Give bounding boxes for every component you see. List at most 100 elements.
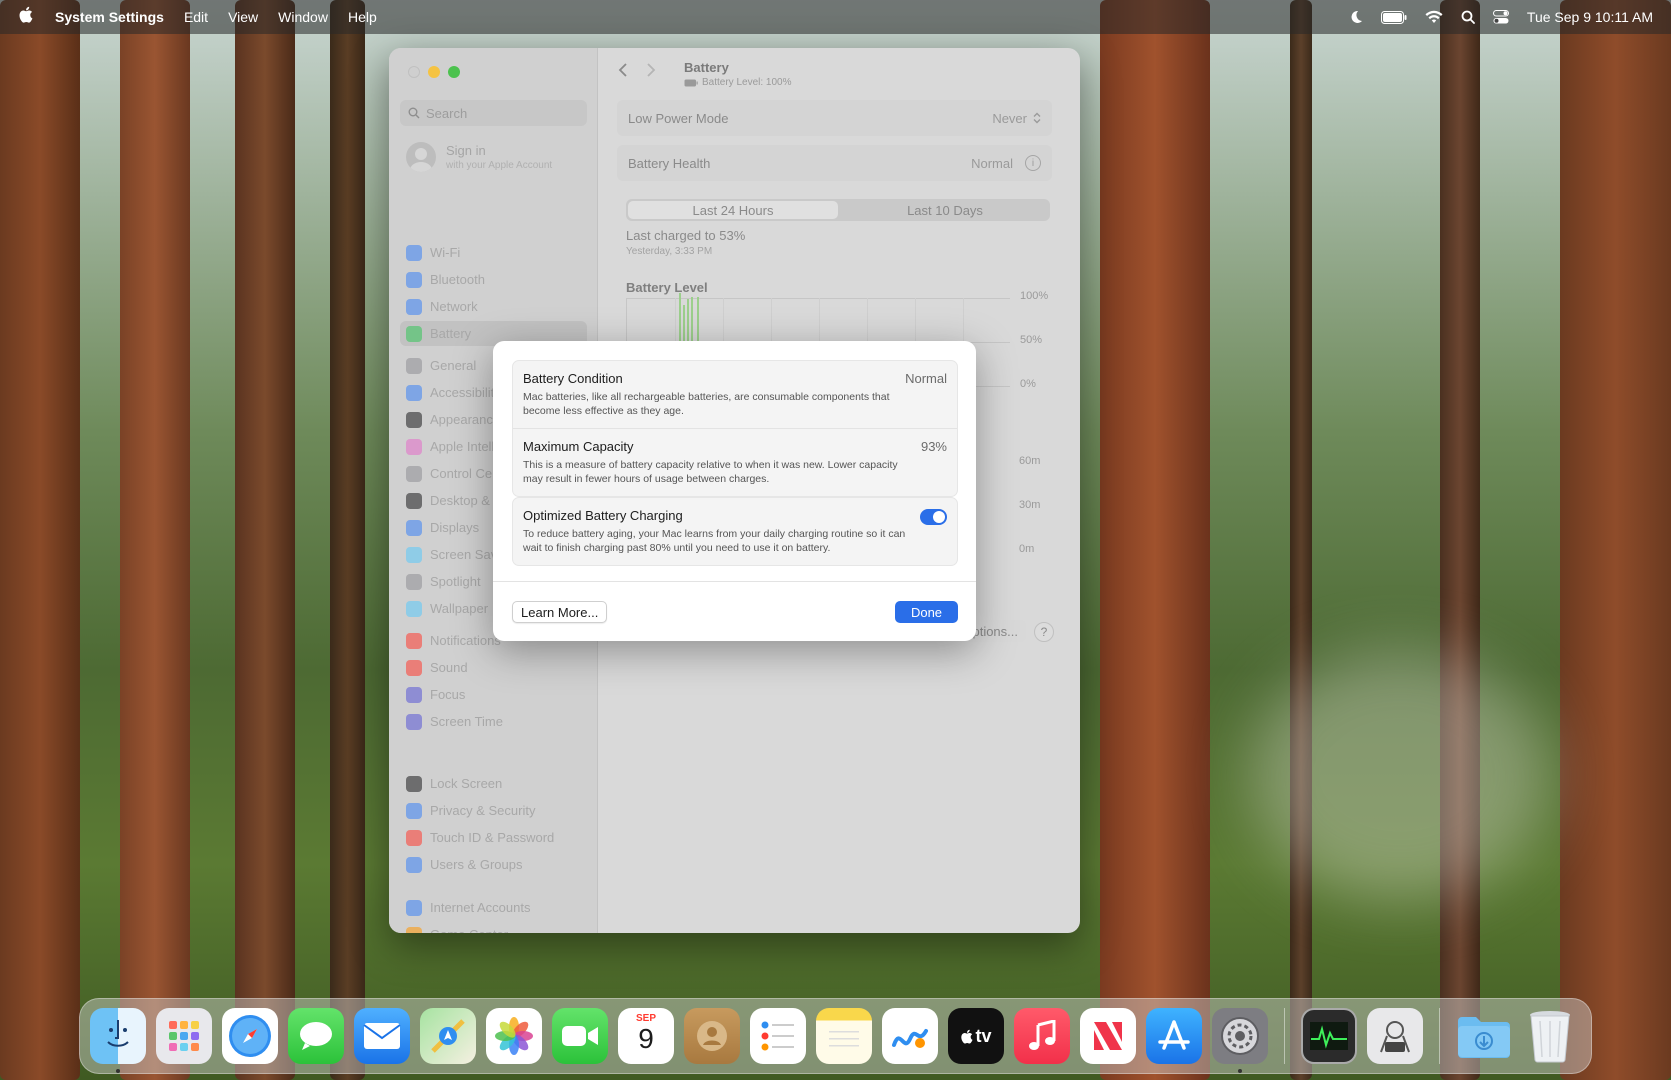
learn-more-button[interactable]: Learn More... xyxy=(512,601,608,623)
usage-tick-30m: 30m xyxy=(1019,499,1041,511)
sidebar-item-sound[interactable]: Sound xyxy=(400,655,587,680)
low-power-select[interactable]: Never xyxy=(992,111,1041,126)
menu-view[interactable]: View xyxy=(228,9,258,25)
freeform-icon[interactable] xyxy=(882,1008,938,1064)
info-icon[interactable]: i xyxy=(1025,155,1041,171)
optimized-charging-toggle[interactable] xyxy=(920,509,947,525)
sidebar-item-users-groups[interactable]: Users & Groups xyxy=(400,852,587,877)
sidebar-item-icon xyxy=(406,492,422,509)
sidebar-item-label: Network xyxy=(430,299,478,314)
sidebar-item-label: Appearance xyxy=(430,412,501,427)
search-icon[interactable] xyxy=(1461,10,1475,24)
back-chevron-icon[interactable] xyxy=(618,62,628,83)
system-settings-icon[interactable] xyxy=(1212,1008,1268,1073)
finder-icon[interactable] xyxy=(90,1008,146,1073)
downloads-folder-icon[interactable] xyxy=(1456,1008,1512,1064)
tv-icon[interactable]: tv xyxy=(948,1008,1004,1064)
sidebar-item-touch-id-password[interactable]: Touch ID & Password xyxy=(400,825,587,850)
mail-icon[interactable] xyxy=(354,1008,410,1064)
facetime-icon[interactable] xyxy=(552,1008,608,1064)
sidebar-item-label: Touch ID & Password xyxy=(430,830,555,845)
menu-help[interactable]: Help xyxy=(348,9,377,25)
sidebar-item-icon xyxy=(406,600,422,617)
sidebar-item-icon xyxy=(406,357,422,374)
sidebar-item-icon xyxy=(406,775,422,792)
pane-subtitle: Battery Level: 100% xyxy=(684,77,792,88)
sidebar-item-icon xyxy=(406,856,422,873)
notes-icon[interactable] xyxy=(816,1008,872,1064)
sidebar-item-icon xyxy=(406,298,422,315)
window-controls xyxy=(408,66,460,78)
sidebar-item-label: Screen Time xyxy=(430,714,503,729)
trash-icon[interactable] xyxy=(1522,1008,1578,1064)
sidebar-item-focus[interactable]: Focus xyxy=(400,682,587,707)
running-indicator xyxy=(116,1069,120,1073)
maximum-capacity-row: Maximum Capacity 93% This is a measure o… xyxy=(513,428,957,496)
control-center-icon[interactable] xyxy=(1492,10,1509,24)
signin-title: Sign in xyxy=(446,143,486,158)
help-button[interactable]: ? xyxy=(1034,622,1054,642)
screenshot-icon[interactable] xyxy=(1367,1008,1423,1064)
sidebar-item-label: Game Center xyxy=(430,927,508,933)
sidebar-search[interactable]: Search xyxy=(400,100,587,126)
sidebar-item-game-center[interactable]: Game Center xyxy=(400,922,587,933)
menu-window[interactable]: Window xyxy=(278,9,328,25)
photos-icon[interactable] xyxy=(486,1008,542,1064)
tab-last-10-days[interactable]: Last 10 Days xyxy=(840,199,1050,221)
sidebar-item-icon xyxy=(406,438,422,455)
battery-condition-row: Battery Condition Normal Mac batteries, … xyxy=(513,361,957,428)
sidebar-item-icon xyxy=(406,632,422,649)
sidebar-item-network[interactable]: Network xyxy=(400,294,587,319)
sidebar-item-label: Privacy & Security xyxy=(430,803,536,818)
sidebar-item-icon xyxy=(406,802,422,819)
forward-chevron-icon[interactable] xyxy=(646,62,656,83)
low-power-label: Low Power Mode xyxy=(628,110,729,126)
launchpad-icon[interactable] xyxy=(156,1008,212,1064)
sidebar-item-icon xyxy=(406,829,422,846)
tab-last-24-hours[interactable]: Last 24 Hours xyxy=(628,201,838,219)
dock-separator xyxy=(1284,1008,1285,1064)
sidebar-item-bluetooth[interactable]: Bluetooth xyxy=(400,267,587,292)
sidebar-item-icon xyxy=(406,384,422,401)
menu-app-name[interactable]: System Settings xyxy=(55,9,164,25)
sidebar-item-privacy-security[interactable]: Privacy & Security xyxy=(400,798,587,823)
sidebar-item-label: Sound xyxy=(430,660,468,675)
close-button[interactable] xyxy=(408,66,420,78)
sidebar-item-lock-screen[interactable]: Lock Screen xyxy=(400,771,587,796)
contacts-icon[interactable] xyxy=(684,1008,740,1064)
sidebar-item-label: Internet Accounts xyxy=(430,900,531,915)
sidebar-item-internet-accounts[interactable]: Internet Accounts xyxy=(400,895,587,920)
zoom-button[interactable] xyxy=(448,66,460,78)
music-icon[interactable] xyxy=(1014,1008,1070,1064)
safari-icon[interactable] xyxy=(222,1008,278,1064)
dock: SEP 9 tv xyxy=(79,998,1592,1074)
sidebar-item-screen-time[interactable]: Screen Time xyxy=(400,709,587,734)
done-button[interactable]: Done xyxy=(895,601,958,623)
sidebar-item-icon xyxy=(406,519,422,536)
wifi-icon[interactable] xyxy=(1425,10,1443,24)
battery-icon[interactable] xyxy=(1380,10,1407,24)
apple-menu-icon[interactable] xyxy=(18,6,33,28)
calendar-icon[interactable]: SEP 9 xyxy=(618,1008,674,1064)
battery-health-row: Battery Health Normal i xyxy=(617,145,1052,181)
menubar-clock[interactable]: Tue Sep 9 10:11 AM xyxy=(1527,9,1653,25)
reminders-icon[interactable] xyxy=(750,1008,806,1064)
activity-monitor-icon[interactable] xyxy=(1301,1008,1357,1064)
sidebar-item-icon xyxy=(406,546,422,563)
avatar xyxy=(406,142,436,172)
maps-icon[interactable] xyxy=(420,1008,476,1064)
nav-buttons xyxy=(618,62,656,83)
apple-account-signin[interactable]: Sign in with your Apple Account xyxy=(406,142,552,172)
minimize-button[interactable] xyxy=(428,66,440,78)
news-icon[interactable] xyxy=(1080,1008,1136,1064)
dock-separator xyxy=(1439,1008,1440,1064)
optimized-charging-row: Optimized Battery Charging To reduce bat… xyxy=(513,498,957,565)
sidebar-item-icon xyxy=(406,659,422,676)
sidebar-item-wi-fi[interactable]: Wi-Fi xyxy=(400,240,587,265)
menu-edit[interactable]: Edit xyxy=(184,9,208,25)
sidebar-item-icon xyxy=(406,271,422,288)
messages-icon[interactable] xyxy=(288,1008,344,1064)
app-store-icon[interactable] xyxy=(1146,1008,1202,1064)
moon-icon[interactable] xyxy=(1349,10,1363,24)
search-input[interactable]: Search xyxy=(426,106,467,121)
